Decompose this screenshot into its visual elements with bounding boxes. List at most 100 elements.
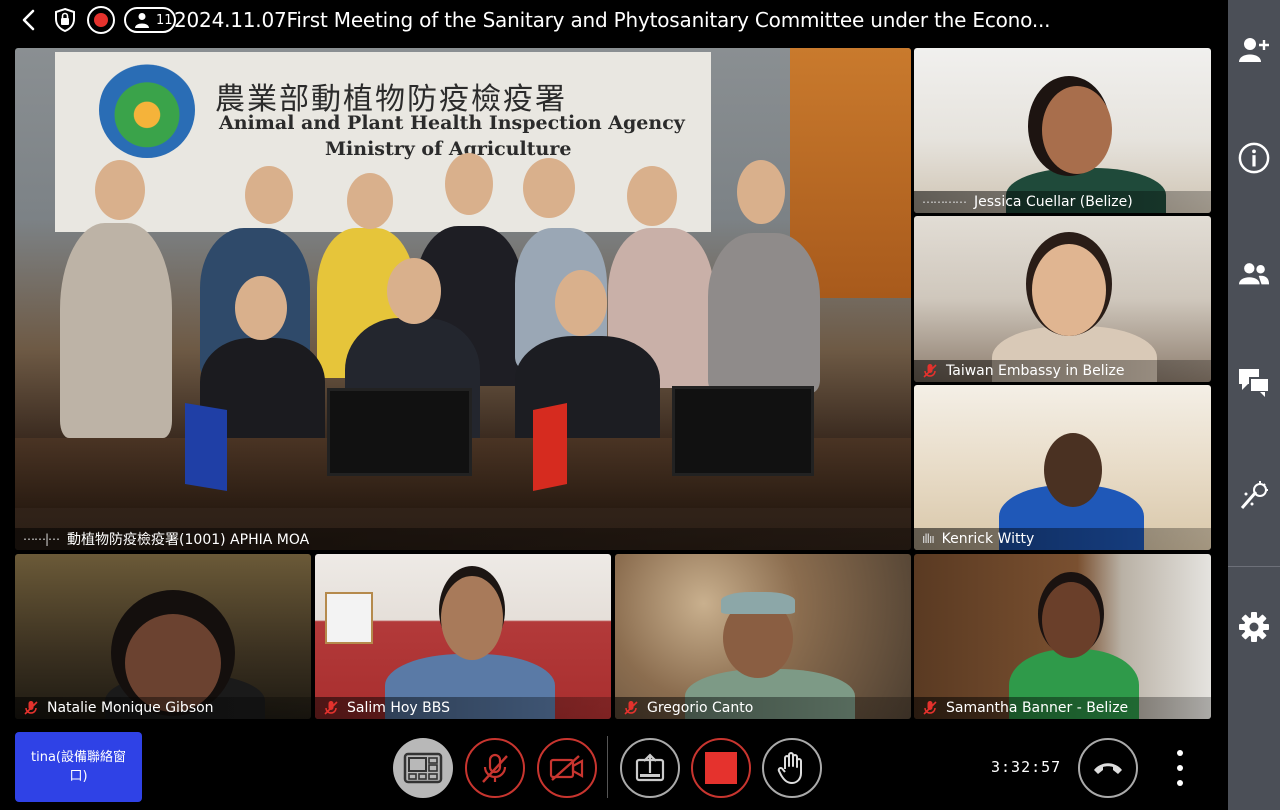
settings-button[interactable]	[1238, 611, 1270, 643]
camera-toggle-button[interactable]	[537, 738, 597, 798]
person-head	[387, 258, 441, 324]
person-head	[737, 160, 785, 224]
effects-button[interactable]	[1238, 480, 1270, 512]
video-tile[interactable]: Taiwan Embassy in Belize	[914, 216, 1211, 382]
hang-up-icon	[1094, 763, 1122, 774]
share-screen-button[interactable]	[620, 738, 680, 798]
audio-indicator-icon: ⋯⋯|⋯	[23, 532, 60, 546]
raise-hand-button[interactable]	[762, 738, 822, 798]
person-face	[441, 576, 503, 660]
participants-button[interactable]	[1238, 258, 1270, 290]
bottom-control-bar: tina(設備聯絡窗口) 3:32:57	[0, 722, 1228, 810]
participant-name: Samantha Banner - Belize	[946, 700, 1129, 716]
tile-name-bar: Gregorio Canto	[615, 697, 911, 719]
tile-name-bar: Taiwan Embassy in Belize	[914, 360, 1211, 382]
tile-name-bar: Natalie Monique Gibson	[15, 697, 311, 719]
camera-off-icon	[549, 755, 584, 781]
person-face	[1044, 433, 1102, 507]
main-video-tile[interactable]: 農業部動植物防疫檢疫署 Animal and Plant Health Insp…	[15, 48, 911, 550]
participant-name: Salim Hoy BBS	[347, 700, 451, 716]
video-tile[interactable]: ıllıı Kenrick Witty	[914, 385, 1211, 550]
dot	[1177, 780, 1183, 786]
tile-name-bar: ⋯⋯|⋯ 動植物防疫檢疫署(1001) APHIA MOA	[15, 528, 911, 550]
dot	[1177, 765, 1183, 771]
person-face	[1042, 86, 1112, 174]
banner-english-line1: Animal and Plant Health Inspection Agenc…	[219, 112, 685, 134]
leave-meeting-button[interactable]	[1078, 738, 1138, 798]
participant-name: Taiwan Embassy in Belize	[946, 363, 1125, 379]
taiwan-flag	[533, 403, 567, 491]
person-head	[445, 153, 493, 215]
participant-name: 動植物防疫檢疫署(1001) APHIA MOA	[67, 532, 310, 548]
mic-off-icon	[24, 701, 38, 715]
participant-count: 11	[156, 12, 173, 28]
sidebar-divider	[1228, 566, 1280, 567]
more-options-button[interactable]	[1172, 750, 1188, 786]
right-sidebar	[1228, 0, 1280, 810]
share-screen-icon	[635, 753, 665, 782]
desk-monitor	[327, 388, 472, 476]
video-tile[interactable]: Natalie Monique Gibson	[15, 554, 311, 719]
lock-shield-icon[interactable]	[52, 7, 78, 33]
control-divider	[607, 736, 608, 798]
settings-icon	[1239, 612, 1269, 642]
person-head	[627, 166, 677, 226]
stop-icon	[705, 752, 737, 784]
wall-picture	[325, 592, 373, 644]
mic-off-icon	[482, 753, 508, 783]
audio-waveform-icon: ıllıı	[922, 532, 935, 546]
banner-english-line2: Ministry of Agriculture	[325, 138, 572, 160]
meeting-timer: 3:32:57	[991, 758, 1062, 776]
info-button[interactable]	[1238, 142, 1270, 174]
layout-grid-icon	[403, 752, 443, 784]
person-head	[523, 158, 575, 218]
mic-off-icon	[624, 701, 638, 715]
stop-recording-button[interactable]	[691, 738, 751, 798]
mic-off-icon	[324, 701, 338, 715]
person-head	[555, 270, 607, 336]
agency-logo	[99, 62, 195, 158]
tile-name-bar: ⋯⋯⋯⋯ Jessica Cuellar (Belize)	[914, 191, 1211, 213]
audio-indicator-icon: ⋯⋯⋯⋯	[922, 195, 967, 209]
participant-name: Kenrick Witty	[941, 531, 1035, 547]
add-participant-button[interactable]	[1238, 34, 1270, 66]
tile-name-bar: ıllıı Kenrick Witty	[914, 528, 1211, 550]
tile-name-bar: Samantha Banner - Belize	[914, 697, 1211, 719]
person-head	[95, 160, 145, 220]
person-head	[245, 166, 293, 224]
participants-icon	[1238, 263, 1270, 285]
person-figure	[708, 233, 820, 393]
mute-toggle-button[interactable]	[465, 738, 525, 798]
mic-off-icon	[923, 701, 937, 715]
mic-off-icon	[923, 364, 937, 378]
participant-name: Gregorio Canto	[647, 700, 754, 716]
layout-button[interactable]	[393, 738, 453, 798]
raise-hand-icon	[777, 752, 802, 784]
video-tile[interactable]: ⋯⋯⋯⋯ Jessica Cuellar (Belize)	[914, 48, 1211, 213]
info-icon	[1238, 142, 1270, 174]
person-head	[347, 173, 393, 229]
belize-flag	[185, 403, 227, 491]
back-icon[interactable]	[18, 8, 42, 32]
person-head	[235, 276, 287, 340]
effects-icon	[1240, 481, 1268, 509]
self-view-tile[interactable]: tina(設備聯絡窗口)	[15, 732, 142, 802]
person-face	[1042, 582, 1100, 658]
chat-icon	[1239, 369, 1270, 397]
top-bar: 11 2024.11.07First Meeting of the Sanita…	[0, 0, 1228, 40]
desk-monitor	[672, 386, 814, 476]
video-tile[interactable]: Samantha Banner - Belize	[914, 554, 1211, 719]
participant-count-button[interactable]: 11	[124, 7, 176, 33]
dot	[1177, 750, 1183, 756]
person-figure	[60, 223, 172, 438]
chat-button[interactable]	[1238, 367, 1270, 399]
person-face	[1032, 244, 1106, 336]
video-tile[interactable]: Salim Hoy BBS	[315, 554, 611, 719]
cap	[721, 592, 795, 614]
video-tile[interactable]: Gregorio Canto	[615, 554, 911, 719]
participant-name: Natalie Monique Gibson	[47, 700, 214, 716]
participant-name: Jessica Cuellar (Belize)	[974, 194, 1133, 210]
recording-indicator[interactable]	[87, 6, 115, 34]
person-icon	[135, 13, 149, 28]
add-participant-icon	[1239, 38, 1269, 62]
